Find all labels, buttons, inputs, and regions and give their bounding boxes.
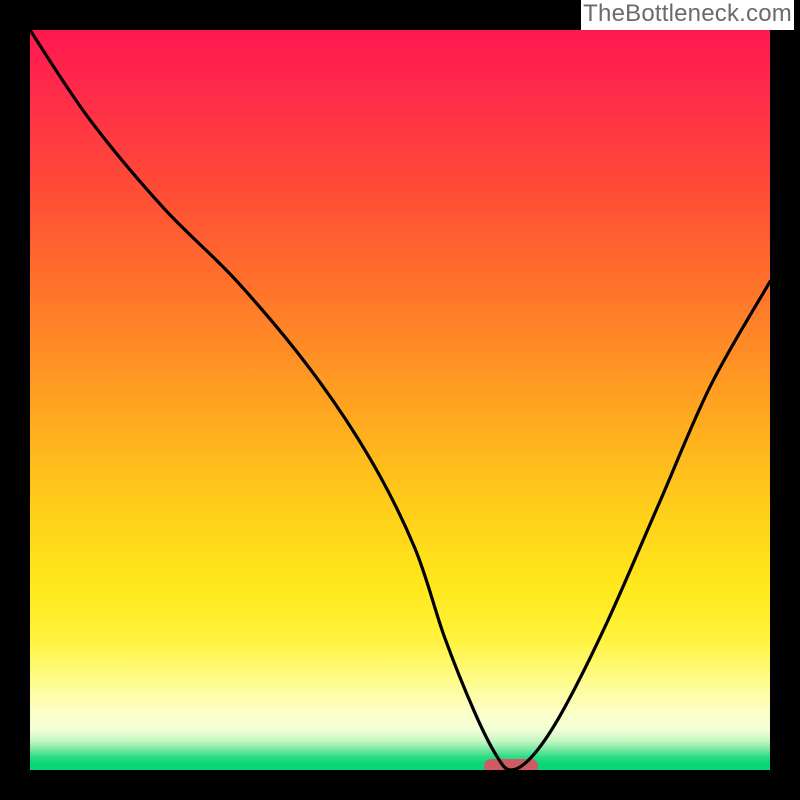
watermark-text: TheBottleneck.com [581,0,794,30]
plot-area [30,30,770,770]
bottleneck-curve [30,30,770,770]
chart-frame: TheBottleneck.com [0,0,800,800]
